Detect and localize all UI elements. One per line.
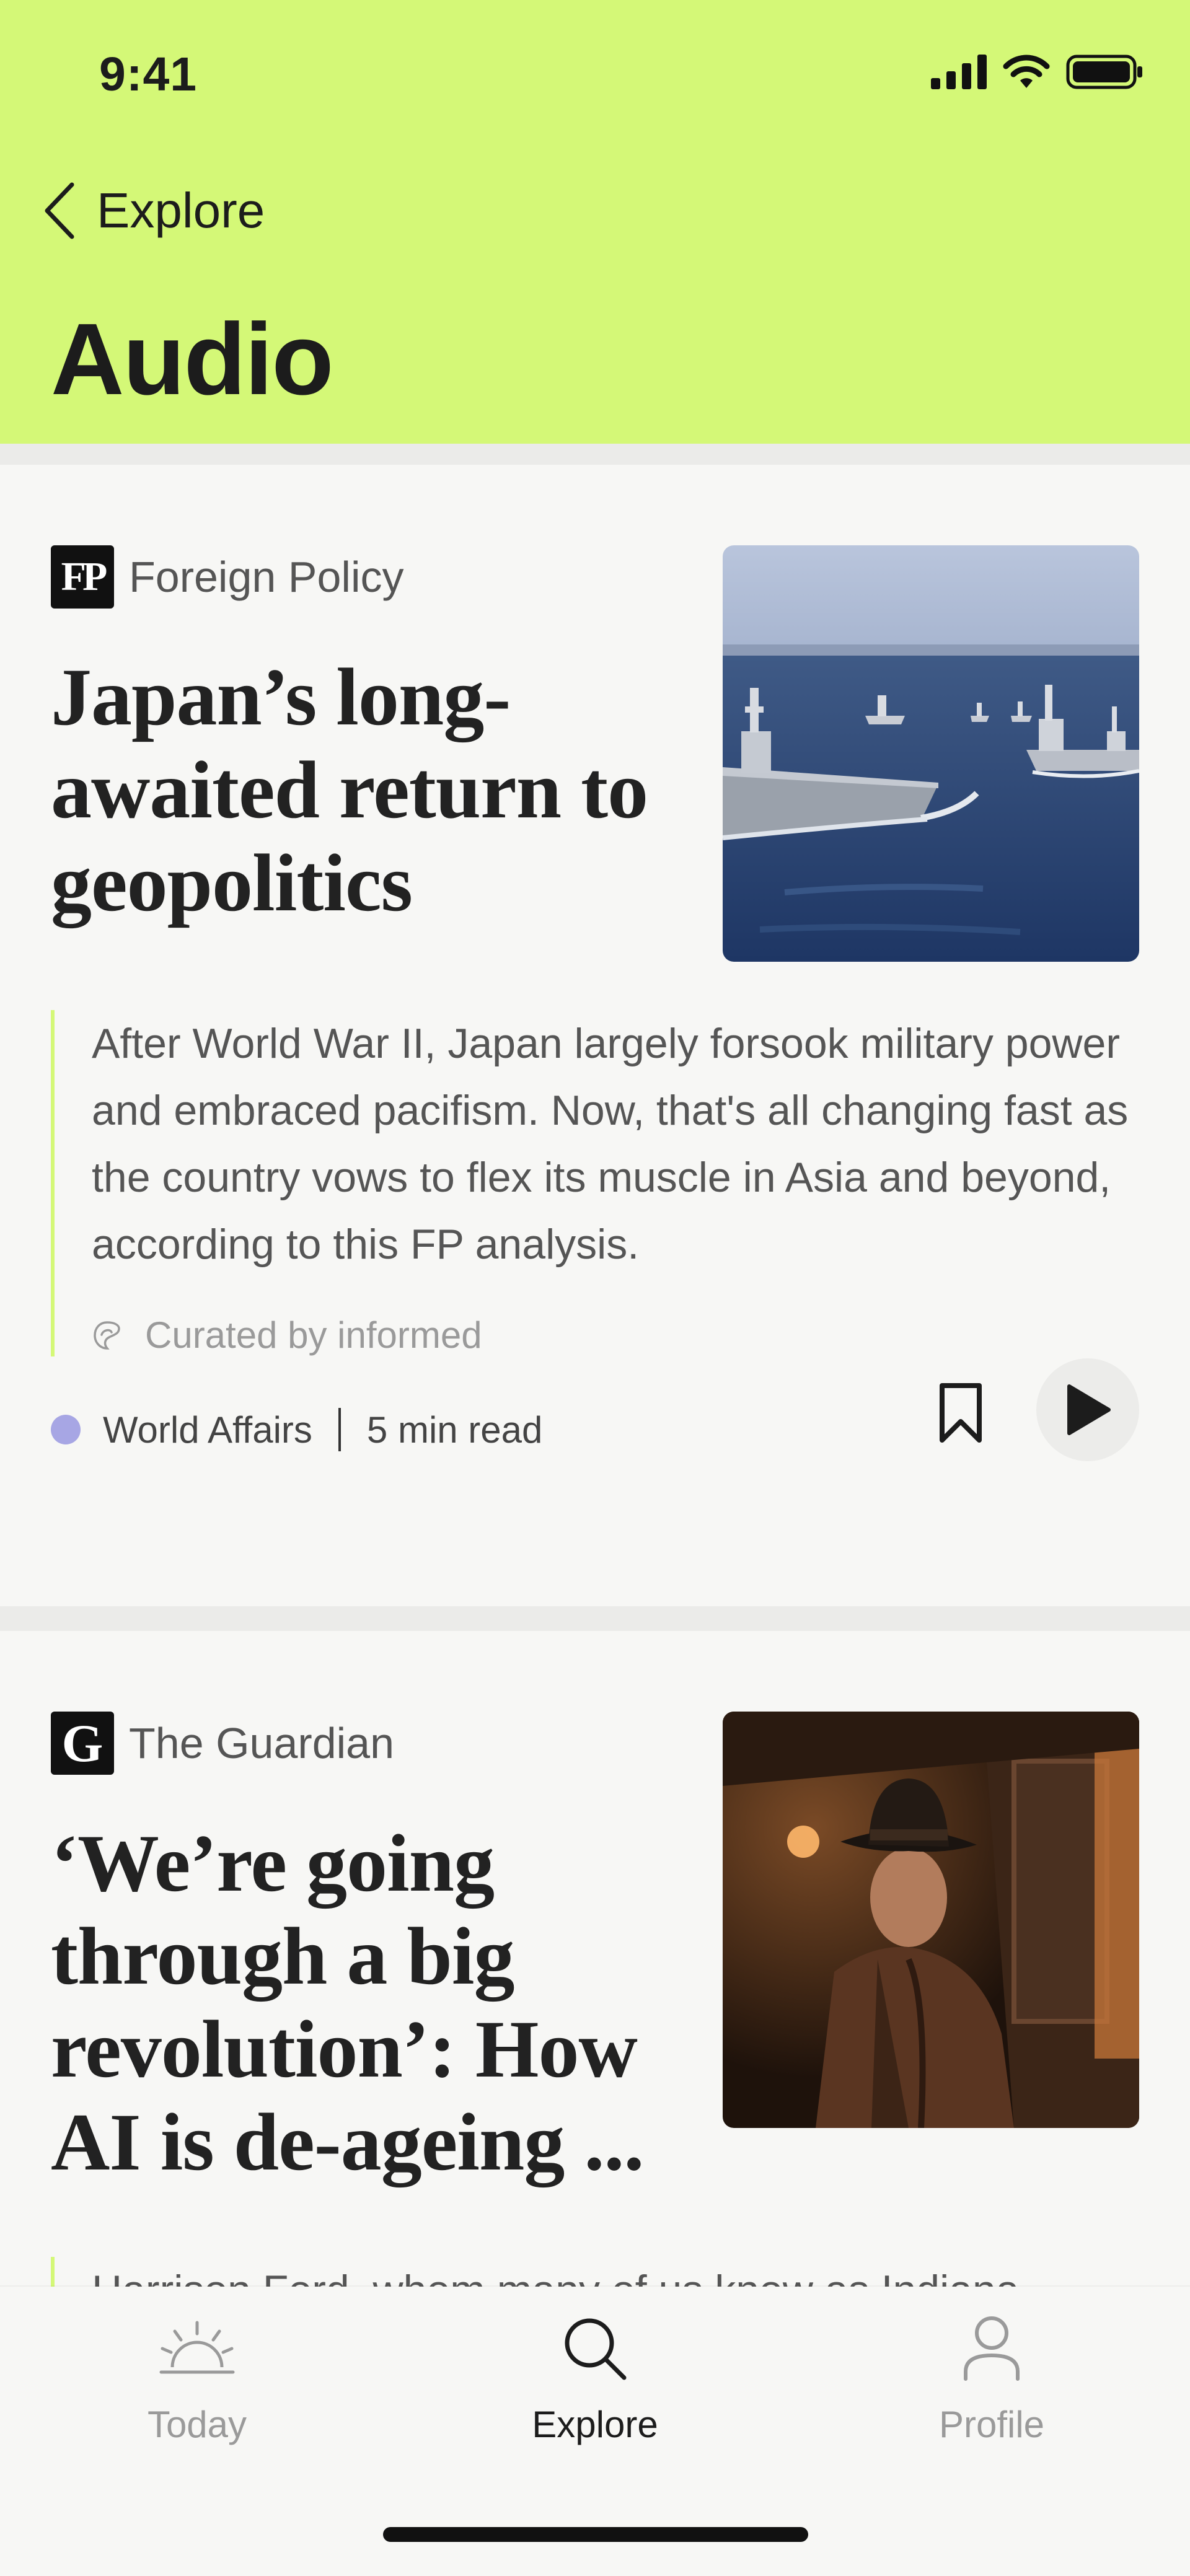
back-label: Explore [97, 183, 265, 238]
informed-logo-icon [94, 1321, 120, 1350]
summary-text: After World War II, Japan largely forsoo… [92, 1020, 1129, 1268]
article-source: FP Foreign Policy [51, 545, 404, 609]
warships-image [723, 545, 1139, 962]
chevron-left-icon [45, 182, 74, 239]
person-icon [964, 2316, 1020, 2381]
article-headline[interactable]: ‘We’re going through a big revolution’: … [51, 1817, 671, 2189]
tab-label: Profile [938, 2404, 1045, 2445]
bookmark-icon[interactable] [937, 1382, 984, 1444]
man-on-train-image [723, 1712, 1139, 2128]
article-image[interactable] [723, 1712, 1139, 2128]
article-meta: World Affairs 5 min read [51, 1408, 542, 1451]
meta-separator [338, 1408, 341, 1451]
home-indicator [383, 2527, 808, 2542]
play-button[interactable] [1036, 1358, 1139, 1461]
tab-label: Explore [532, 2404, 658, 2445]
curated-by: Curated by informed [92, 1314, 1170, 1356]
cellular-signal-icon [931, 55, 987, 89]
battery-icon [1066, 55, 1142, 89]
header: 9:41 Explore Audio [0, 0, 1190, 444]
topic-dot [51, 1415, 81, 1444]
tab-explore[interactable]: Explore [471, 2310, 719, 2459]
article-headline[interactable]: Japan’s long-awaited return to geopoliti… [51, 651, 671, 930]
article-image[interactable] [723, 545, 1139, 962]
status-time: 9:41 [99, 48, 198, 101]
topic-label[interactable]: World Affairs [103, 1409, 312, 1451]
source-logo: G [51, 1712, 114, 1775]
read-time: 5 min read [366, 1409, 543, 1451]
curated-text: Curated by informed [145, 1314, 482, 1356]
article-card[interactable]: FP Foreign Policy Japan’s long-awaited r… [0, 465, 1190, 1606]
tab-profile[interactable]: Profile [868, 2310, 1116, 2459]
tab-label: Today [147, 2404, 247, 2445]
back-button[interactable]: Explore [43, 180, 265, 242]
wifi-icon [1003, 55, 1050, 88]
search-icon [565, 2318, 627, 2380]
article-source: G The Guardian [51, 1712, 394, 1775]
source-logo: FP [51, 545, 114, 609]
status-icons [931, 55, 1143, 89]
tab-today[interactable]: Today [73, 2310, 321, 2459]
source-name: The Guardian [129, 1719, 395, 1767]
article-summary: After World War II, Japan largely forsoo… [51, 1010, 1170, 1356]
sunrise-icon [159, 2321, 235, 2374]
source-name: Foreign Policy [129, 553, 404, 601]
page-title: Audio [51, 302, 334, 416]
tab-bar: Today Explore Profile [0, 2287, 1190, 2576]
play-icon [1067, 1384, 1111, 1435]
